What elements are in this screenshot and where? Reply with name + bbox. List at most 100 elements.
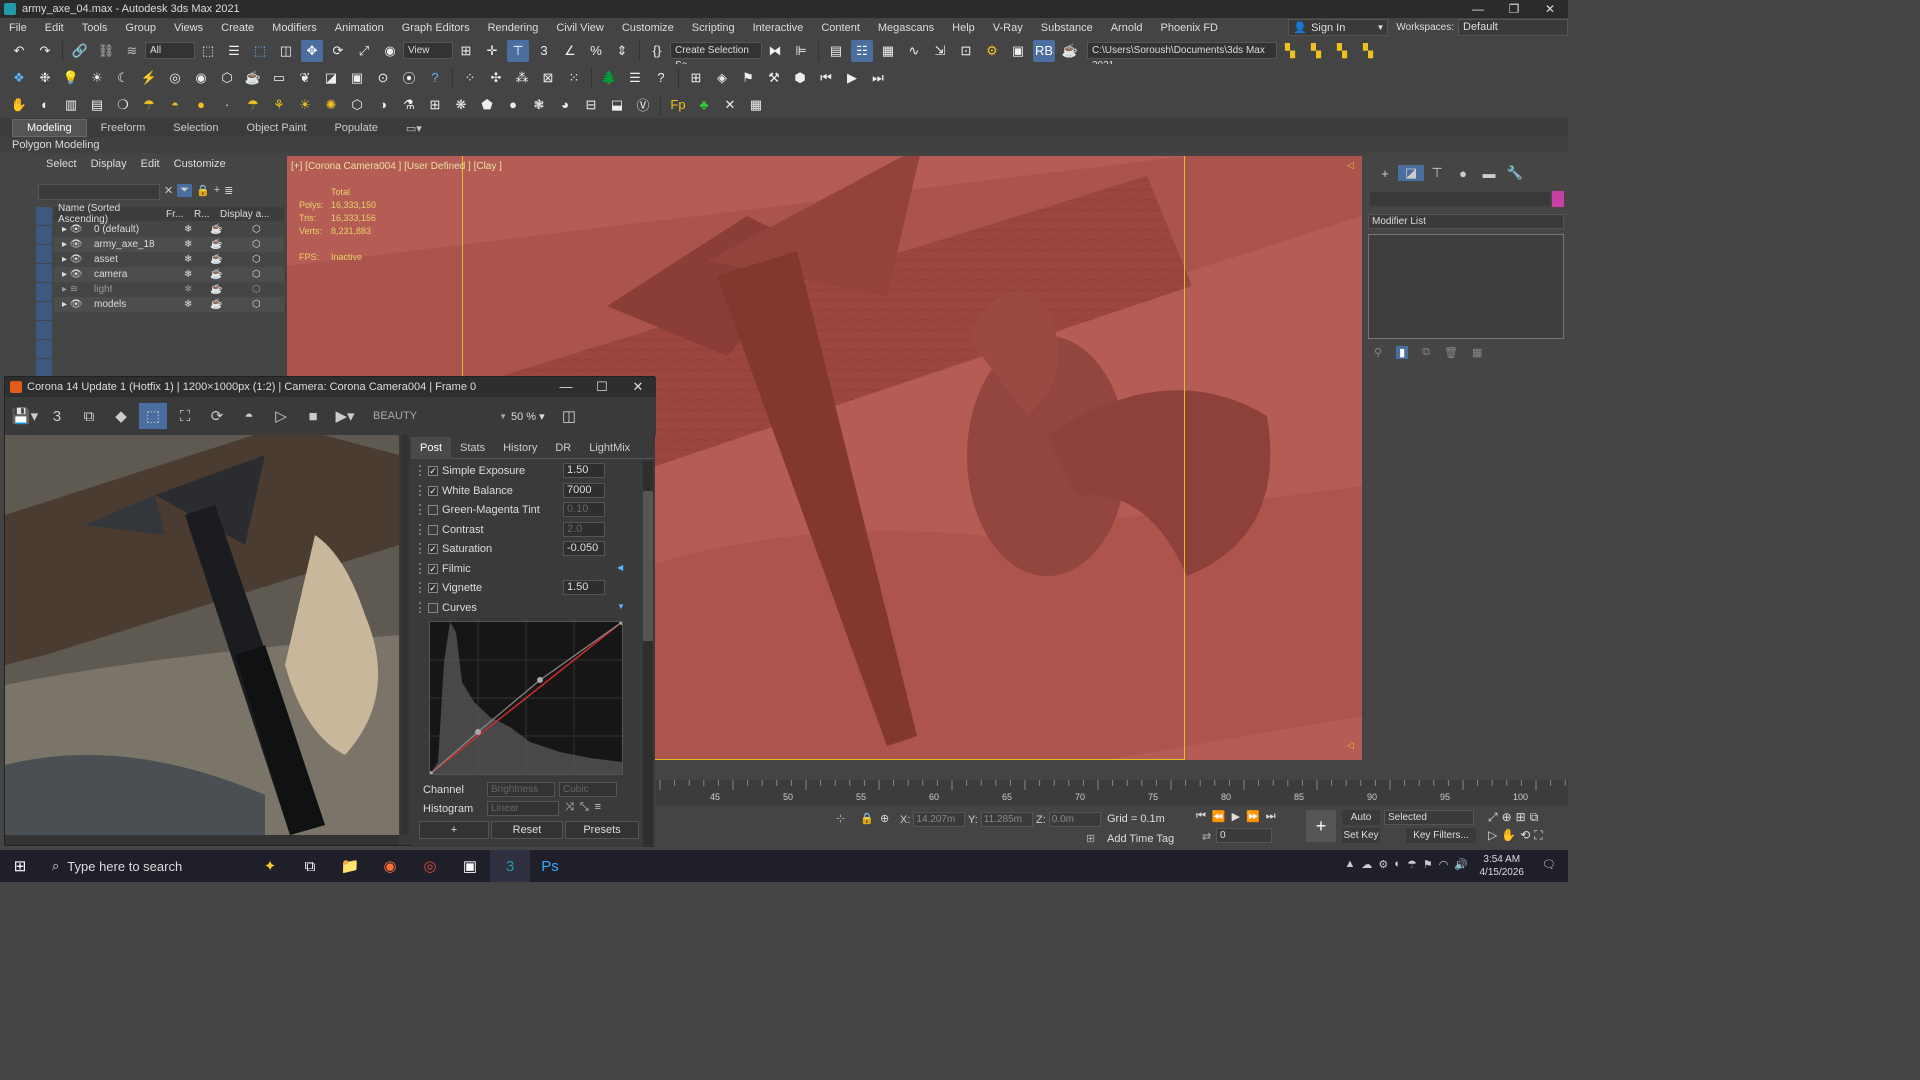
material-editor-icon[interactable]: ⊡: [955, 40, 977, 62]
hierarchy-tab-icon[interactable]: ⊤: [1424, 165, 1450, 181]
task-view-icon[interactable]: ⧉: [290, 850, 330, 882]
clear-search-icon[interactable]: ✕: [164, 184, 173, 197]
freeze-icon[interactable]: ❄: [184, 269, 210, 280]
add-layer-icon[interactable]: +: [214, 184, 220, 197]
menu-phoenix-fd[interactable]: Phoenix FD: [1152, 22, 1227, 34]
plane-icon[interactable]: ▭: [268, 67, 290, 89]
firefox-icon[interactable]: ◉: [370, 850, 410, 882]
key-filters-button[interactable]: Key Filters...: [1406, 828, 1476, 843]
next-frame-icon[interactable]: ⏩: [1246, 810, 1260, 823]
layer-row[interactable]: ▸ 👁 models ❄ ☕ ⬡: [54, 297, 284, 312]
display-icon[interactable]: ⬡: [252, 284, 261, 295]
zoom-extents-icon[interactable]: ⊞: [1516, 810, 1526, 825]
object-name-field[interactable]: [1370, 192, 1550, 206]
corona-icon-23[interactable]: ⊟: [580, 94, 602, 116]
interpolation-dropdown[interactable]: Cubic: [559, 782, 617, 797]
zoom-icon[interactable]: ⤢: [1488, 810, 1498, 825]
pan-icon[interactable]: ✋: [1501, 828, 1516, 843]
corona-icon-1[interactable]: ✋: [8, 94, 30, 116]
corona-icon-24[interactable]: ⬓: [606, 94, 628, 116]
tray-icon[interactable]: ⚙: [1378, 858, 1388, 871]
lock-icon[interactable]: 🔒: [860, 812, 874, 825]
close-icon[interactable]: ✕: [620, 379, 656, 395]
align-icon[interactable]: ⊫: [790, 40, 812, 62]
lock-icon[interactable]: 🔒: [196, 184, 210, 197]
sx-col-render[interactable]: R...: [194, 209, 220, 220]
scatter-icon-5[interactable]: ⁙: [563, 67, 585, 89]
render-teapot-icon[interactable]: ☕: [210, 284, 252, 295]
freeze-icon[interactable]: ❄: [184, 239, 210, 250]
current-frame-field[interactable]: 0: [1216, 828, 1272, 843]
eye-icon[interactable]: ▸ 👁: [54, 254, 94, 265]
corona-icon-2[interactable]: ◐: [34, 94, 56, 116]
undo-icon[interactable]: ↶: [8, 40, 30, 62]
freeze-icon[interactable]: ❄: [184, 224, 210, 235]
ribbon-tab-freeform[interactable]: Freeform: [87, 120, 160, 136]
place-icon[interactable]: ◉: [379, 40, 401, 62]
sx-col-display[interactable]: Display a...: [220, 209, 280, 220]
y-field[interactable]: 11.285m: [980, 812, 1033, 827]
fit-icon[interactable]: ⛶: [171, 403, 199, 429]
capcut-icon[interactable]: ▣: [450, 850, 490, 882]
add-button[interactable]: +: [419, 821, 489, 839]
layer-row[interactable]: ▸ ≋ light ❄ ☕ ⬡: [54, 282, 284, 297]
stop-icon[interactable]: ■: [299, 403, 327, 429]
sx-display-geometry-icon[interactable]: [36, 226, 52, 244]
taskbar-search[interactable]: ⌕ Type here to search: [40, 850, 250, 882]
tool-icon-7[interactable]: ⏭: [867, 67, 889, 89]
modifier-stack[interactable]: [1368, 234, 1564, 339]
corona-icon-9[interactable]: ·: [216, 94, 238, 116]
render-start-icon[interactable]: ▶▾: [331, 403, 359, 429]
angle-snap-icon[interactable]: ∠: [559, 40, 581, 62]
minimize-icon[interactable]: —: [548, 379, 584, 395]
project-icon-1[interactable]: ▚: [1279, 40, 1301, 62]
tab-history[interactable]: History: [494, 437, 546, 459]
corona-icon-13[interactable]: ✺: [320, 94, 342, 116]
image-scrollbar[interactable]: [401, 435, 409, 835]
pin-stack-icon[interactable]: ⚲: [1374, 346, 1382, 359]
saturation-input[interactable]: -0.050: [563, 541, 605, 556]
duplicate-icon[interactable]: ⧉: [75, 403, 103, 429]
project-folder-dropdown[interactable]: C:\Users\Soroush\Documents\3ds Max 2021: [1087, 42, 1277, 71]
eye-icon[interactable]: ▸ 👁: [54, 299, 94, 310]
region-icon[interactable]: ⬚: [139, 403, 167, 429]
reset-button[interactable]: Reset: [491, 821, 563, 839]
sx-display-xrefs-icon[interactable]: [36, 359, 52, 377]
window-crossing-icon[interactable]: ◫: [275, 40, 297, 62]
sx-search-input[interactable]: [38, 184, 160, 200]
time-config-icon[interactable]: ⇄: [1202, 830, 1211, 843]
corona-icon-22[interactable]: ◕: [554, 94, 576, 116]
corona-icon-12[interactable]: ☀: [294, 94, 316, 116]
curve-menu-icon[interactable]: ≡: [595, 801, 601, 814]
menu-substance[interactable]: Substance: [1032, 22, 1102, 34]
checkbox[interactable]: ✓: [428, 563, 438, 574]
sphere-icon[interactable]: ◉: [190, 67, 212, 89]
key-mode-icon[interactable]: +: [1306, 810, 1336, 842]
corona-icon-19[interactable]: ⬟: [476, 94, 498, 116]
corona-light-icon[interactable]: ☂: [138, 94, 160, 116]
ribbon-tab-populate[interactable]: Populate: [320, 120, 391, 136]
corona-icon-14[interactable]: ⬡: [346, 94, 368, 116]
simple-exposure-input[interactable]: 1.50: [563, 463, 605, 478]
physical-camera-icon[interactable]: ⦿: [398, 67, 420, 89]
photoshop-icon[interactable]: Ps: [530, 850, 570, 882]
tool-icon-3[interactable]: ⚒: [763, 67, 785, 89]
pass-dropdown[interactable]: BEAUTY ▼: [367, 406, 507, 426]
layer-row[interactable]: ▸ 👁 0 (default) ❄ ☕ ⬡: [54, 222, 284, 237]
interactive-icon[interactable]: ⟳: [203, 403, 231, 429]
eye-icon[interactable]: ▸ 👁: [54, 239, 94, 250]
render-play-icon[interactable]: ▷: [267, 403, 295, 429]
display-icon[interactable]: ⬡: [252, 299, 261, 310]
filter-icon[interactable]: ⏷: [177, 184, 193, 197]
eraser-icon[interactable]: ◆: [107, 403, 135, 429]
wifi-icon[interactable]: ◠: [1439, 858, 1449, 871]
light-icon[interactable]: 💡: [60, 67, 82, 89]
remove-modifier-icon[interactable]: 🗑: [1444, 346, 1458, 359]
scale-icon[interactable]: ⤢: [353, 40, 375, 62]
spinner-snap-icon[interactable]: ⇕: [611, 40, 633, 62]
x-field[interactable]: 14.207m: [913, 812, 966, 827]
eye-hidden-icon[interactable]: ▸ ≋: [54, 284, 94, 295]
go-to-end-icon[interactable]: ⏭: [1266, 810, 1276, 823]
menu-arnold[interactable]: Arnold: [1102, 22, 1152, 34]
layer-row[interactable]: ▸ 👁 asset ❄ ☕ ⬡: [54, 252, 284, 267]
